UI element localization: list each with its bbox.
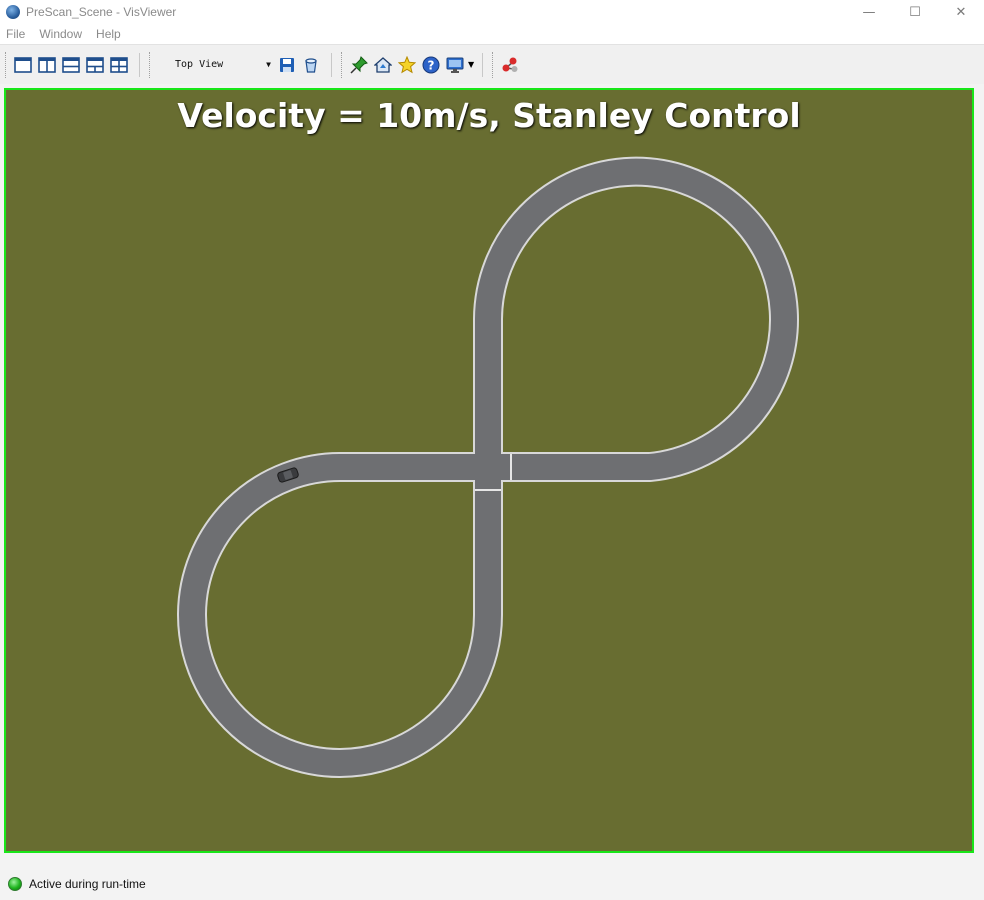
viewport-title: Velocity = 10m/s, Stanley Control — [177, 96, 801, 135]
window-controls: — ☐ ✕ — [846, 0, 984, 24]
monitor-icon[interactable] — [444, 54, 466, 76]
toolbar-separator — [482, 52, 484, 77]
four-view-icon[interactable] — [108, 54, 130, 76]
visviewer-window: PreScan_Scene - VisViewer — ☐ ✕ File Win… — [0, 0, 984, 900]
window-title: PreScan_Scene - VisViewer — [26, 5, 177, 19]
scene-viewport[interactable]: Velocity = 10m/s, Stanley Control — [4, 88, 974, 853]
figure-eight-track — [177, 156, 799, 778]
menu-bar: File Window Help — [0, 24, 984, 44]
status-led-icon — [8, 877, 22, 891]
toolbar-grip[interactable] — [5, 51, 8, 78]
toolbar-separator — [139, 52, 140, 77]
dropdown-arrow-icon: ▼ — [266, 60, 271, 69]
save-icon[interactable] — [276, 54, 298, 76]
toolbar-grip[interactable] — [492, 51, 495, 78]
toolbar: Top View ▼ ? ▼ — [0, 44, 984, 84]
molecule-icon[interactable] — [499, 54, 521, 76]
pin-icon[interactable] — [348, 54, 370, 76]
toolbar-grip[interactable] — [149, 51, 152, 78]
dropdown-arrow-icon[interactable]: ▼ — [468, 60, 474, 69]
status-bar: Active during run-time — [0, 868, 984, 900]
help-icon[interactable]: ? — [420, 54, 442, 76]
app-globe-icon — [6, 5, 20, 19]
title-bar: PreScan_Scene - VisViewer — ☐ ✕ — [0, 0, 984, 24]
menu-file[interactable]: File — [0, 27, 33, 41]
three-view-icon[interactable] — [84, 54, 106, 76]
bucket-icon[interactable] — [300, 54, 322, 76]
single-view-icon[interactable] — [12, 54, 34, 76]
star-icon[interactable] — [396, 54, 418, 76]
svg-text:?: ? — [428, 58, 435, 72]
status-text: Active during run-time — [29, 877, 146, 891]
maximize-button[interactable]: ☐ — [892, 0, 938, 24]
toolbar-separator — [331, 52, 332, 77]
toolbar-grip[interactable] — [341, 51, 344, 78]
minimize-button[interactable]: — — [846, 0, 892, 24]
close-button[interactable]: ✕ — [938, 0, 984, 24]
menu-window[interactable]: Window — [33, 27, 90, 41]
home-view-icon[interactable] — [372, 54, 394, 76]
menu-help[interactable]: Help — [90, 27, 129, 41]
two-horizontal-view-icon[interactable] — [60, 54, 82, 76]
view-select-value: Top View — [175, 59, 224, 70]
two-vertical-view-icon[interactable] — [36, 54, 58, 76]
view-select[interactable]: Top View ▼ — [175, 55, 275, 75]
